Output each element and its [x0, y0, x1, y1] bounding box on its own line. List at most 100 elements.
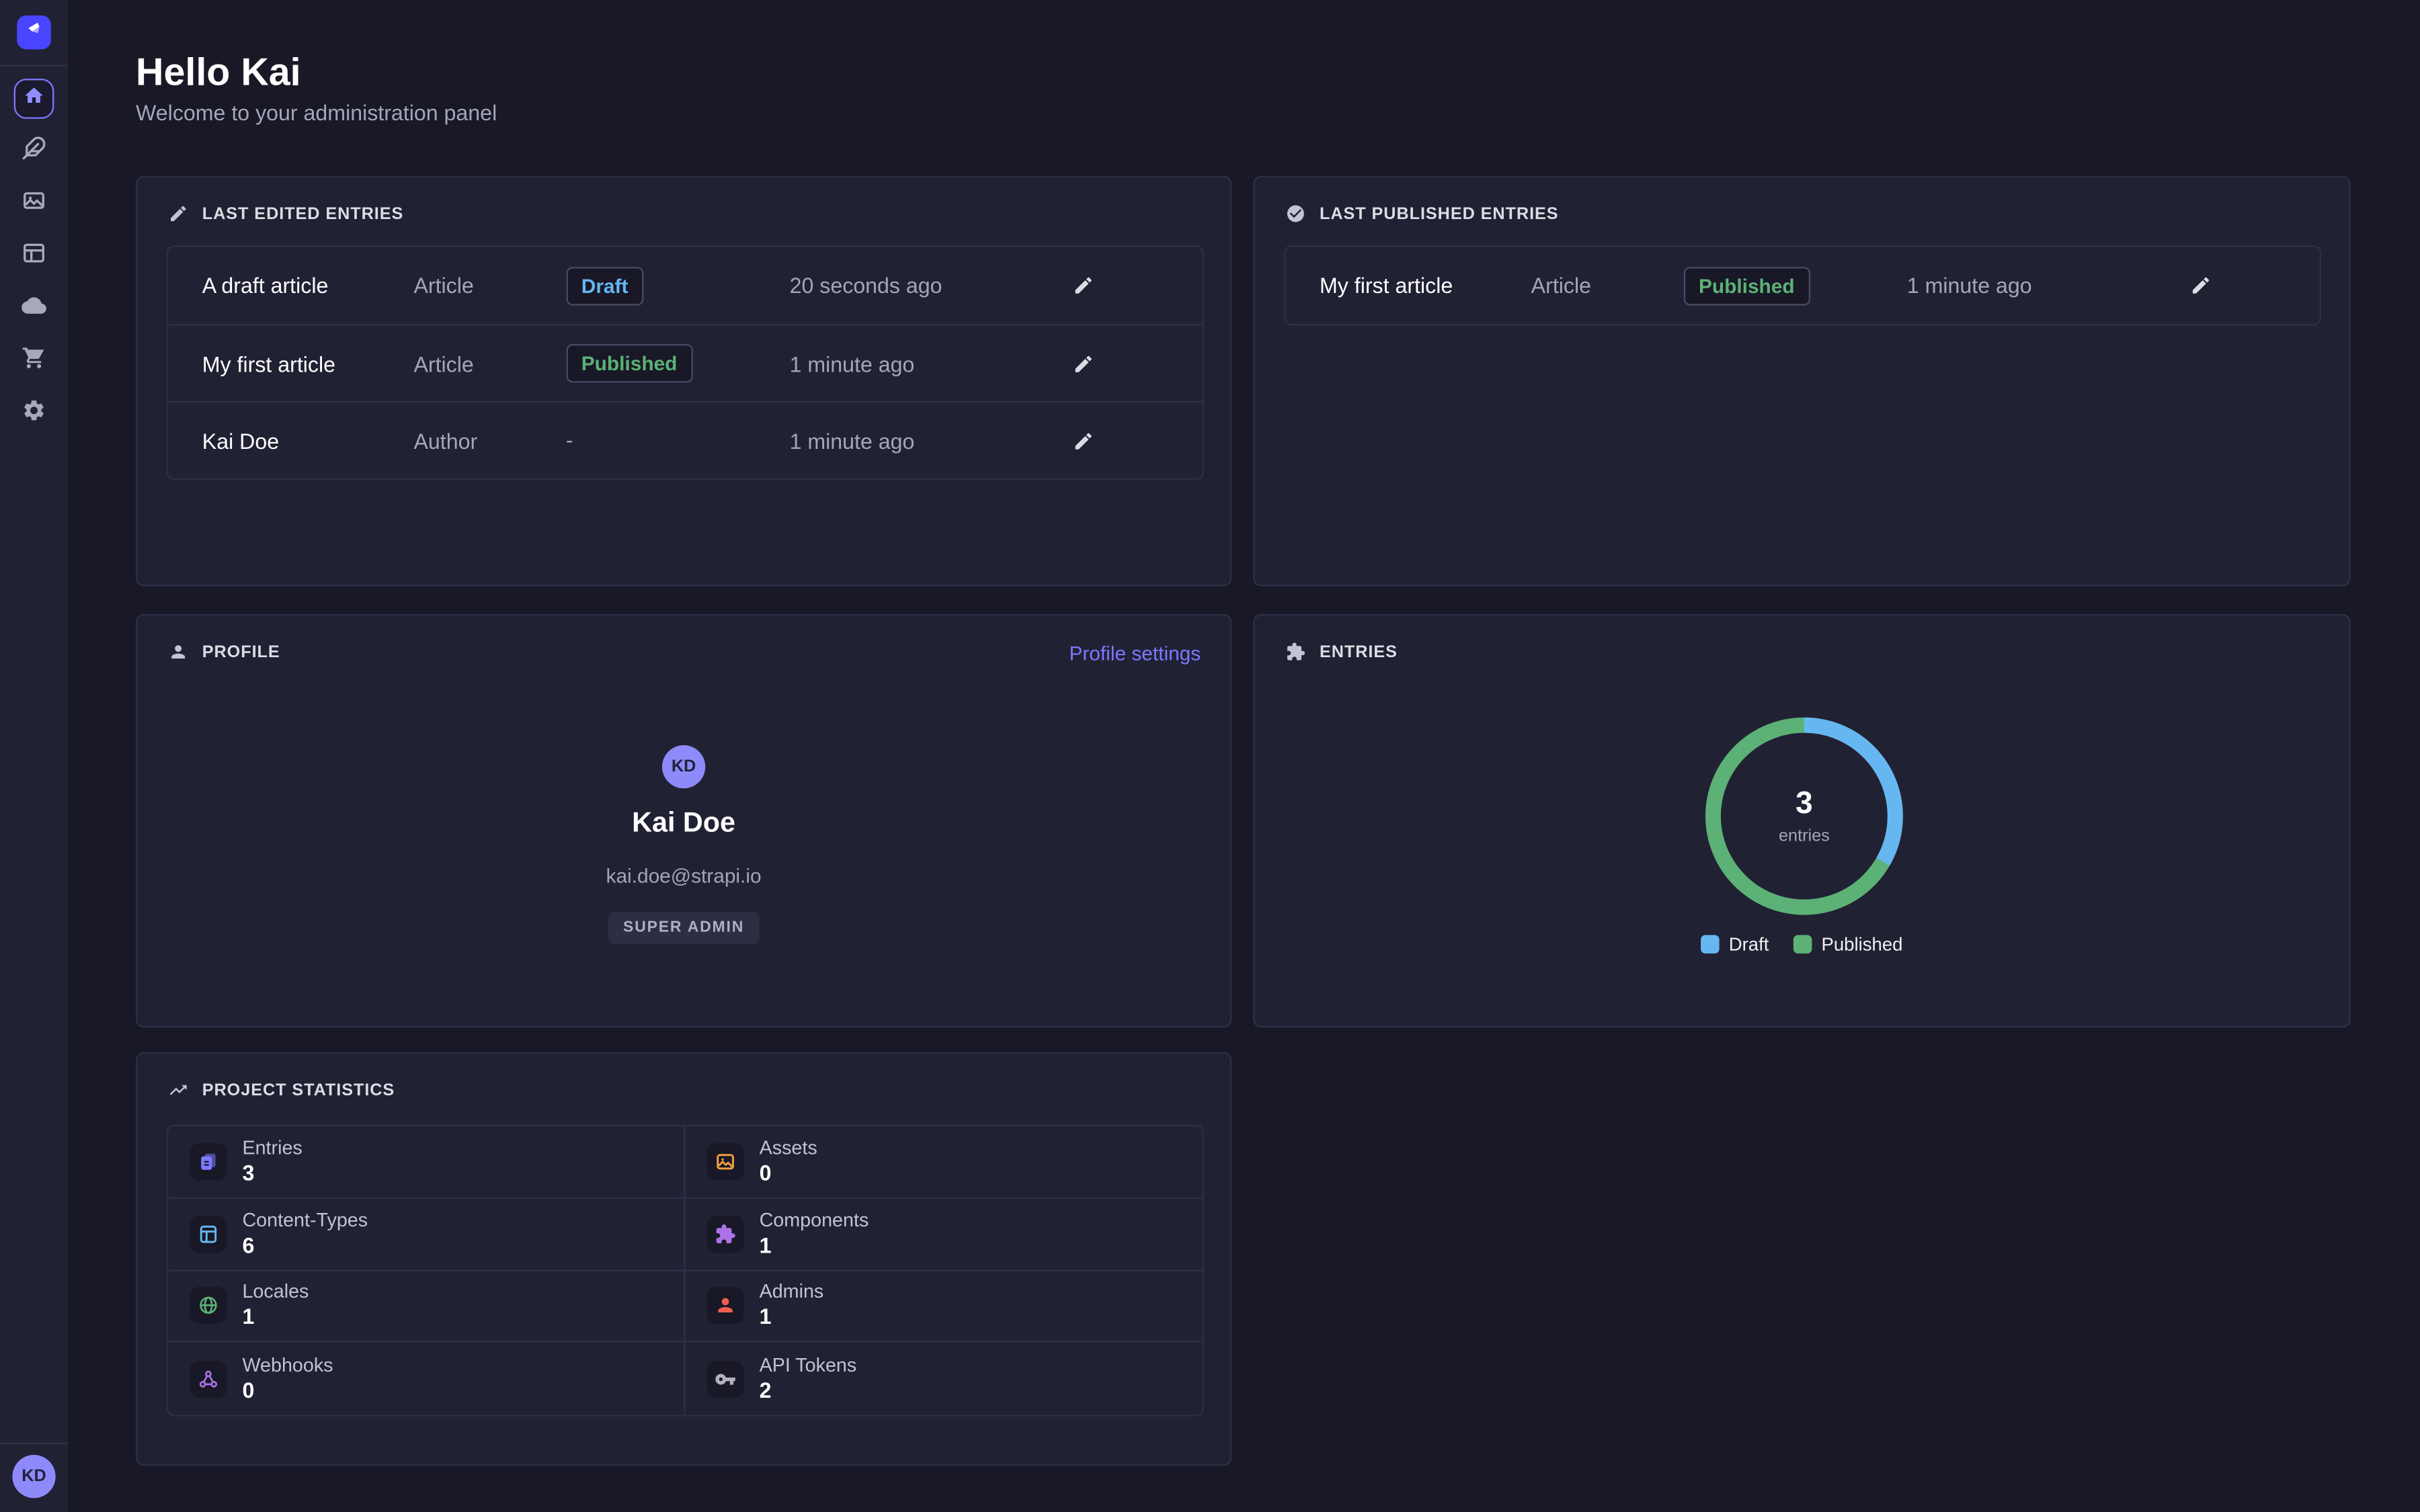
- stat-components: Components1: [685, 1198, 1202, 1270]
- stat-value: 3: [242, 1160, 302, 1186]
- card-header: ENTRIES: [1285, 642, 1397, 662]
- edit-pencil-button[interactable]: [1073, 275, 1094, 296]
- donut-center: 3 entries: [1705, 718, 1903, 915]
- pencil-icon: [168, 204, 188, 224]
- sidebar-item-settings[interactable]: [14, 393, 54, 433]
- status-badge: Published: [1683, 266, 1810, 304]
- home-icon: [23, 84, 44, 114]
- layout-icon: [190, 1215, 227, 1252]
- last-edited-entries-card: LAST EDITED ENTRIES A draft article Arti…: [136, 176, 1232, 587]
- entry-status: -: [566, 427, 790, 454]
- entries-card: ENTRIES 3 entries Draft: [1253, 614, 2350, 1027]
- profile-email: kai.doe@strapi.io: [606, 864, 762, 887]
- sidebar-item-home[interactable]: [14, 79, 54, 119]
- entry-name: A draft article: [202, 273, 414, 298]
- legend-label: Published: [1821, 933, 1902, 955]
- sidebar-item-content-manager[interactable]: [14, 131, 54, 171]
- chart-legend: Draft Published: [1255, 933, 2349, 955]
- stat-value: 0: [760, 1160, 817, 1186]
- stat-label: Webhooks: [242, 1354, 333, 1377]
- card-title: PROJECT STATISTICS: [202, 1081, 395, 1099]
- gear-icon: [22, 397, 46, 429]
- sidebar-nav: [14, 79, 54, 433]
- legend-item-draft: Draft: [1701, 933, 1769, 955]
- stat-locales: Locales1: [168, 1271, 685, 1343]
- sidebar-item-cloud[interactable]: [14, 288, 54, 329]
- entry-name: My first article: [1320, 273, 1531, 298]
- stat-value: 1: [760, 1304, 824, 1331]
- card-title: PROFILE: [202, 642, 280, 661]
- trending-up-icon: [168, 1080, 188, 1100]
- published-swatch: [1793, 935, 1812, 954]
- profile-settings-link[interactable]: Profile settings: [1069, 642, 1201, 665]
- table-row[interactable]: My first article Article Published 1 min…: [168, 324, 1202, 401]
- puzzle-icon: [707, 1215, 744, 1252]
- page-subtitle: Welcome to your administration panel: [136, 100, 497, 125]
- edit-pencil-button[interactable]: [1073, 429, 1094, 451]
- entry-updated-time: 1 minute ago: [1907, 273, 2190, 298]
- workspace-logo-button[interactable]: [17, 15, 51, 50]
- sidebar: KD: [0, 0, 68, 1512]
- profile-card: PROFILE Profile settings KD Kai Doe kai.…: [136, 614, 1232, 1027]
- edit-pencil-button[interactable]: [2190, 275, 2212, 296]
- sidebar-divider-bottom: [0, 1443, 68, 1444]
- entries-donut-chart: 3 entries: [1705, 718, 1903, 915]
- edit-pencil-button[interactable]: [1073, 353, 1094, 374]
- card-header: LAST PUBLISHED ENTRIES: [1285, 204, 1558, 224]
- card-header: PROJECT STATISTICS: [168, 1080, 395, 1100]
- entry-updated-time: 1 minute ago: [790, 428, 1073, 453]
- profile-name: Kai Doe: [632, 807, 735, 839]
- last-published-entries-card: LAST PUBLISHED ENTRIES My first article …: [1253, 176, 2350, 587]
- status-empty: -: [566, 427, 573, 452]
- stat-value: 1: [242, 1304, 309, 1331]
- stat-value: 1: [760, 1232, 869, 1259]
- check-circle-icon: [1285, 204, 1305, 224]
- stat-label: API Tokens: [760, 1354, 857, 1377]
- globe-icon: [190, 1288, 227, 1325]
- sidebar-item-media-library[interactable]: [14, 183, 54, 224]
- card-title: LAST EDITED ENTRIES: [202, 204, 404, 223]
- person-icon: [168, 642, 188, 662]
- table-row[interactable]: Kai Doe Author - 1 minute ago: [168, 401, 1202, 478]
- entry-type: Article: [413, 273, 565, 298]
- legend-item-published: Published: [1793, 933, 1902, 955]
- webhook-icon: [190, 1360, 227, 1397]
- status-badge: Published: [566, 344, 693, 382]
- last-published-table: My first article Article Published 1 min…: [1284, 245, 2321, 325]
- images-icon: [22, 187, 46, 220]
- stat-content-types: Content-Types6: [168, 1198, 685, 1270]
- entry-name: Kai Doe: [202, 428, 414, 453]
- stat-entries: Entries3: [168, 1126, 685, 1198]
- stat-admins: Admins1: [685, 1271, 1202, 1343]
- documents-icon: [190, 1143, 227, 1180]
- entry-type: Article: [413, 351, 565, 376]
- picture-icon: [707, 1143, 744, 1180]
- entry-name: My first article: [202, 351, 414, 376]
- role-badge: SUPER ADMIN: [608, 912, 760, 944]
- table-row[interactable]: My first article Article Published 1 min…: [1285, 247, 2319, 324]
- sidebar-user-avatar[interactable]: KD: [12, 1455, 55, 1498]
- stat-value: 2: [760, 1377, 857, 1403]
- last-edited-table: A draft article Article Draft 20 seconds…: [167, 245, 1204, 480]
- entry-type: Article: [1531, 273, 1683, 298]
- entry-updated-time: 20 seconds ago: [790, 273, 1073, 298]
- sidebar-item-content-type-builder[interactable]: [14, 236, 54, 276]
- stat-label: Locales: [242, 1281, 309, 1304]
- stat-label: Assets: [760, 1137, 817, 1160]
- person-icon: [707, 1288, 744, 1325]
- app-root: KD Hello Kai Welcome to your administrat…: [0, 0, 2420, 1512]
- entry-status: Draft: [566, 266, 790, 304]
- table-row[interactable]: A draft article Article Draft 20 seconds…: [168, 247, 1202, 324]
- entries-count-label: entries: [1779, 827, 1830, 846]
- stat-label: Content-Types: [242, 1209, 368, 1232]
- stat-label: Entries: [242, 1137, 302, 1160]
- project-statistics-card: PROJECT STATISTICS Entries3 Assets0: [136, 1052, 1232, 1466]
- statistics-grid: Entries3 Assets0 Content-Types6: [167, 1125, 1204, 1417]
- card-title: ENTRIES: [1320, 642, 1398, 661]
- avatar: KD: [662, 745, 705, 788]
- key-icon: [707, 1360, 744, 1397]
- entry-status: Published: [1683, 266, 1907, 304]
- stat-webhooks: Webhooks0: [168, 1343, 685, 1415]
- sidebar-item-marketplace[interactable]: [14, 341, 54, 381]
- stat-value: 6: [242, 1232, 368, 1259]
